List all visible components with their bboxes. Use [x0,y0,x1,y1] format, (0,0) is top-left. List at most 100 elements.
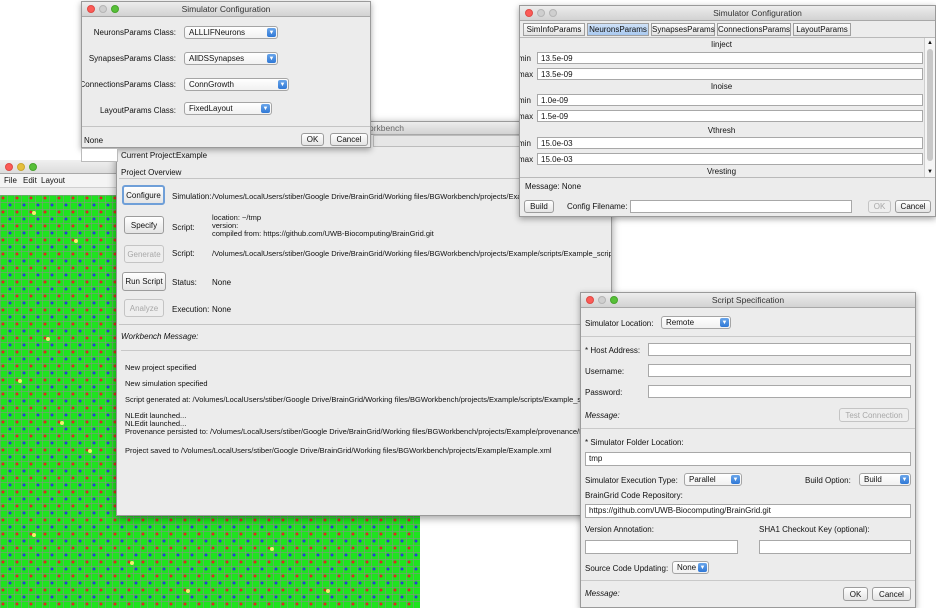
iinject-max-field[interactable]: 13.5e-09 [537,68,923,80]
tab-connectionsparams[interactable]: ConnectionsParams [717,23,791,36]
chevron-down-icon: ▼ [731,475,740,484]
sim-location-value: Remote [666,318,695,327]
source-updating-value: None [677,563,697,572]
tab-synapsesparams[interactable]: SynapsesParams [651,23,715,36]
max-label: max [520,155,534,164]
close-icon[interactable] [525,9,533,17]
vthresh-min-field[interactable]: 15.0e-03 [537,137,923,149]
build-option-select[interactable]: Build ▼ [859,473,911,486]
ok-button[interactable]: OK [301,133,324,146]
username-label: Username: [585,367,625,376]
close-icon[interactable] [87,5,95,13]
execution-value: None [212,305,232,314]
minimize-icon[interactable] [537,9,545,17]
window-controls [586,296,618,304]
build-option-label: Build Option: [805,476,851,485]
inoise-max-field[interactable]: 1.5e-09 [537,110,923,122]
specify-button[interactable]: Specify [124,216,164,234]
behind-field[interactable] [81,148,118,162]
params-ok-button[interactable]: OK [868,200,891,213]
neurons-class-select[interactable]: ALLLIFNeurons ▼ [184,26,278,39]
minimize-icon[interactable] [17,163,25,171]
config-filename-field[interactable] [630,200,852,213]
build-button[interactable]: Build [524,200,554,213]
host-address-field[interactable] [648,343,911,356]
window-controls [87,5,119,13]
cancel-button[interactable]: Cancel [330,133,368,146]
log-line: Provenance persisted to: /Volumes/LocalU… [125,427,612,436]
neurons-class-value: ALLLIFNeurons [189,28,246,37]
spec-divider-2 [581,428,915,429]
sim-location-label: Simulator Location: [585,319,654,328]
starter-neuron-dot [130,561,134,565]
synapses-class-value: AllDSSynapses [189,54,245,63]
tab-siminfoparams[interactable]: SimInfoParams [523,23,585,36]
zoom-icon[interactable] [610,296,618,304]
starter-neuron-dot [270,547,274,551]
scroll-down-icon[interactable]: ▼ [927,169,933,175]
close-icon[interactable] [586,296,594,304]
zoom-icon[interactable] [549,9,557,17]
test-connection-button[interactable]: Test Connection [839,408,909,422]
username-field[interactable] [648,364,911,377]
menu-edit[interactable]: Edit [23,176,37,185]
section-vresting: Vresting [520,167,923,177]
max-label: max [520,112,534,121]
version-annotation-field[interactable] [585,540,738,554]
chevron-down-icon: ▼ [900,475,909,484]
chevron-down-icon: ▼ [278,80,287,89]
menu-layout[interactable]: Layout [41,176,65,185]
script-spec-window: Script Specification Simulator Location:… [580,292,916,608]
menu-file[interactable]: File [4,176,17,185]
repo-field[interactable]: https://github.com/UWB-Biocomputing/Brai… [585,504,911,518]
section-vthresh: Vthresh [520,126,923,136]
neurons-class-label: NeuronsParams Class: [93,28,176,37]
configure-button[interactable]: Configure [122,185,165,205]
spec-ok-button[interactable]: OK [843,587,868,601]
params-scrollbar[interactable]: ▲ ▼ [924,38,935,177]
starter-neuron-dot [88,449,92,453]
minimize-icon[interactable] [99,5,107,13]
config-filename-label: Config Filename: [567,202,628,211]
minimize-icon[interactable] [598,296,606,304]
workbench-log-area[interactable]: New project specified New simulation spe… [121,350,611,511]
sha1-field[interactable] [759,540,911,554]
execution-key: Execution: [172,305,210,314]
close-icon[interactable] [5,163,13,171]
synapses-class-select[interactable]: AllDSSynapses ▼ [184,52,278,65]
tab-neuronsparams[interactable]: NeuronsParams [587,23,649,36]
zoom-icon[interactable] [29,163,37,171]
layout-class-select[interactable]: FixedLayout ▼ [184,102,272,115]
params-cancel-button[interactable]: Cancel [895,200,931,213]
params-scroll-area[interactable]: Iinject min 13.5e-09 max 13.5e-09 Inoise… [520,37,935,178]
zoom-icon[interactable] [111,5,119,13]
generate-button[interactable]: Generate [124,245,164,263]
spec-cancel-button[interactable]: Cancel [872,587,911,601]
sim-config-params-window: Simulator Configuration SimInfoParams Ne… [519,5,936,217]
tab-layoutparams[interactable]: LayoutParams [793,23,851,36]
connections-class-select[interactable]: ConnGrowth ▼ [184,78,289,91]
password-field[interactable] [648,385,911,398]
scroll-up-icon[interactable]: ▲ [927,40,933,46]
log-line: Script generated at: /Volumes/LocalUsers… [125,395,610,404]
source-updating-select[interactable]: None ▼ [672,561,709,574]
script-compiled-from: compiled from: https://github.com/UWB-Bi… [212,229,434,238]
exec-type-select[interactable]: Parallel ▼ [684,473,742,486]
sha1-label: SHA1 Checkout Key (optional): [759,525,870,534]
scroll-thumb[interactable] [927,49,933,161]
analyze-button[interactable]: Analyze [124,299,164,317]
inoise-min-field[interactable]: 1.0e-09 [537,94,923,106]
vthresh-max-field[interactable]: 15.0e-03 [537,153,923,165]
sim-location-select[interactable]: Remote ▼ [661,316,731,329]
min-label: min [520,96,531,105]
folder-location-label: * Simulator Folder Location: [585,438,684,447]
synapses-class-label: SynapsesParams Class: [88,54,176,63]
params-title-bar: Simulator Configuration [520,6,935,21]
window-controls [525,9,557,17]
generated-script-key: Script: [172,249,195,258]
run-script-button[interactable]: Run Script [122,272,166,291]
folder-location-field[interactable]: tmp [585,452,911,466]
layout-class-label: LayoutParams Class: [99,106,176,115]
max-label: max [520,70,534,79]
iinject-min-field[interactable]: 13.5e-09 [537,52,923,64]
